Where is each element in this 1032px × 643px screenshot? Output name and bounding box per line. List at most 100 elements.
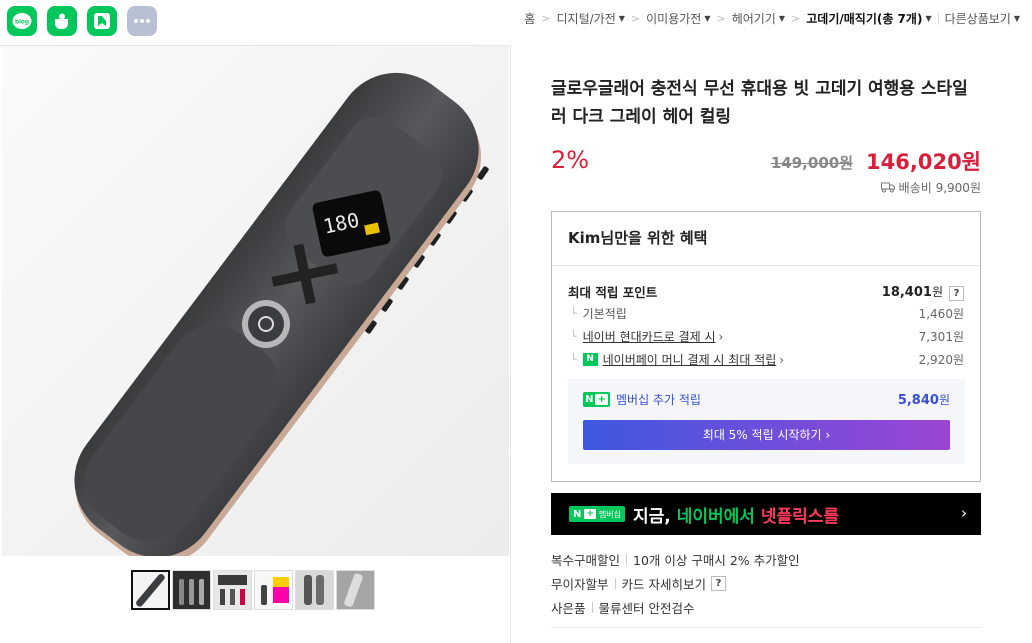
banner-text-2: 네이버에서 (676, 506, 761, 527)
breadcrumb: 홈 > 디지털/가전 ▼ > 이미용가전 ▼ > 헤어기기 ▼ > 고데기/매직기(총… (524, 10, 1020, 27)
npay-money-link[interactable]: 네이버페이 머니 결제 시 최대 적립 (603, 351, 777, 368)
shipping-text: 배송비 9,900원 (898, 181, 981, 195)
badge-plus: + (584, 509, 596, 519)
max-points-row: 최대 적립 포인트 18,401원? (568, 282, 964, 301)
banner-text: 지금, 네이버에서 넷플릭스를 (633, 502, 839, 527)
gift-row: 사은품 물류센터 안전검수 (551, 598, 695, 617)
chevron-right-icon: › (779, 352, 785, 367)
membership-value-wrap: 5,840원 (898, 391, 950, 408)
breadcrumb-separator: > (716, 12, 726, 25)
npay-icon: N (582, 353, 598, 366)
cafe-share-icon[interactable] (47, 6, 77, 36)
max-points-value-wrap: 18,401원? (882, 283, 964, 301)
chevron-right-icon: › (961, 504, 967, 522)
points-row-npay: └ N 네이버페이 머니 결제 시 최대 적립 › 2,920원 (568, 351, 964, 368)
band-share-icon[interactable] (87, 6, 117, 36)
installment-row: 무이자할부 카드 자세히보기? (551, 574, 726, 593)
chevron-right-icon: › (718, 329, 724, 344)
help-icon[interactable]: ? (711, 576, 726, 591)
other-products-label: 다른상품보기 (944, 12, 1011, 26)
badge-n: N (573, 508, 582, 520)
divider (614, 578, 616, 589)
extra-label: 사은품 (551, 601, 586, 616)
max-points-value: 18,401 (881, 284, 932, 300)
badge-text: 멤버십 (598, 509, 622, 519)
points-row-card: └ 네이버 현대카드로 결제 시 › 7,301원 (568, 328, 964, 345)
points-value: 7,301원 (918, 330, 964, 344)
points-label: 기본적립 (582, 307, 627, 321)
thumbnail-6[interactable] (336, 570, 375, 610)
product-main-image[interactable]: 180 (2, 46, 509, 556)
thumbnail-5[interactable] (295, 570, 334, 610)
breadcrumb-separator: > (541, 12, 551, 25)
breadcrumb-label: 고데기/매직기(총 7개) (806, 12, 923, 26)
card-detail-link[interactable]: 카드 자세히보기 (622, 574, 706, 593)
hyundai-card-link[interactable]: 네이버 현대카드로 결제 시 (583, 328, 716, 345)
breadcrumb-label: 디지털/가전 (556, 12, 616, 26)
banner-text-1: 지금, (633, 506, 677, 527)
tree-branch-icon: └ (570, 353, 577, 366)
bulk-discount-row: 복수구매할인 10개 이상 구매시 2% 추가할인 (551, 550, 800, 569)
product-image-area: 180 (0, 45, 511, 643)
hair-brush-image: 180 (2, 46, 509, 556)
breadcrumb-current[interactable]: 고데기/매직기(총 7개) ▼ (806, 10, 931, 27)
discount-rate: 2% (551, 146, 590, 174)
thumbnail-2[interactable] (172, 570, 211, 610)
truck-icon (880, 182, 895, 193)
benefit-box: Kim님만을 위한 혜택 최대 적립 포인트 18,401원? └ 기본적립 1,… (551, 211, 981, 482)
divider (626, 554, 628, 565)
thumbnail-4[interactable] (254, 570, 293, 610)
divider (937, 12, 939, 25)
breadcrumb-label: 헤어기기 (731, 12, 776, 26)
caret-down-icon: ▼ (704, 14, 711, 23)
shipping-fee: 배송비 9,900원 (880, 179, 981, 196)
caret-down-icon: ▼ (778, 14, 786, 23)
points-value: 2,920원 (918, 353, 964, 367)
naver-plus-icon: N + (583, 392, 610, 407)
caret-down-icon: ▼ (1013, 14, 1020, 23)
sale-price: 146,020원 (866, 150, 981, 174)
naver-plus-membership-badge: N + 멤버십 (569, 506, 626, 522)
help-icon[interactable]: ? (949, 285, 964, 301)
caret-down-icon: ▼ (925, 14, 932, 23)
extra-value: 물류센터 안전검수 (598, 601, 695, 616)
product-title: 글로우글래어 충전식 무선 휴대용 빗 고데기 여행용 스타일러 다크 그레이 … (551, 79, 968, 127)
other-products-link[interactable]: 다른상품보기 ▼ (945, 10, 1020, 27)
tree-branch-icon: └ (570, 307, 577, 320)
start-membership-button[interactable]: 최대 5% 적립 시작하기 › (583, 420, 950, 450)
netflix-membership-banner[interactable]: N + 멤버십 지금, 네이버에서 넷플릭스를 › (551, 493, 981, 535)
svg-text:blog: blog (15, 19, 29, 26)
top-bar: blog 홈 > 디지털/가전 ▼ > 이미용가전 ▼ > 헤어기기 ▼ > 고데기/… (0, 0, 1032, 42)
won-unit: 원 (938, 393, 950, 407)
won-unit: 원 (931, 284, 943, 299)
points-row-basic: └ 기본적립 1,460원 (568, 305, 964, 322)
thumbnail-1[interactable] (131, 570, 170, 610)
blog-share-icon[interactable]: blog (7, 6, 37, 36)
caret-down-icon: ▼ (618, 14, 625, 23)
tree-branch-icon: └ (570, 330, 577, 343)
breadcrumb-hair[interactable]: 헤어기기 ▼ (732, 10, 785, 27)
thumbnail-3[interactable] (213, 570, 252, 610)
membership-label: 멤버십 추가 적립 (616, 393, 701, 407)
breadcrumb-separator: > (791, 12, 801, 25)
membership-label-wrap: N + 멤버십 추가 적립 (583, 391, 701, 408)
extra-label: 복수구매할인 (551, 553, 621, 568)
breadcrumb-separator: > (630, 12, 641, 25)
benefit-title: Kim님만을 위한 혜택 (552, 212, 980, 266)
breadcrumb-label: 이미용가전 (646, 12, 702, 26)
membership-value: 5,840 (897, 393, 939, 408)
points-value: 1,460원 (918, 307, 964, 321)
membership-box: N + 멤버십 추가 적립 5,840원 최대 5% 적립 시작하기 › (568, 379, 965, 464)
thumbnail-list (131, 570, 375, 610)
divider (591, 602, 593, 613)
divider (551, 627, 981, 628)
more-share-icon[interactable] (127, 6, 157, 36)
max-points-label: 최대 적립 포인트 (568, 285, 658, 300)
breadcrumb-beauty[interactable]: 이미용가전 ▼ (646, 10, 710, 27)
breadcrumb-home[interactable]: 홈 (524, 10, 535, 27)
extra-value: 10개 이상 구매시 2% 추가할인 (633, 553, 800, 568)
breadcrumb-digital[interactable]: 디지털/가전 ▼ (556, 10, 624, 27)
original-price: 149,000원 (770, 154, 853, 172)
extra-label: 무이자할부 (551, 577, 609, 592)
banner-text-3: 넷플릭스를 (760, 506, 840, 527)
